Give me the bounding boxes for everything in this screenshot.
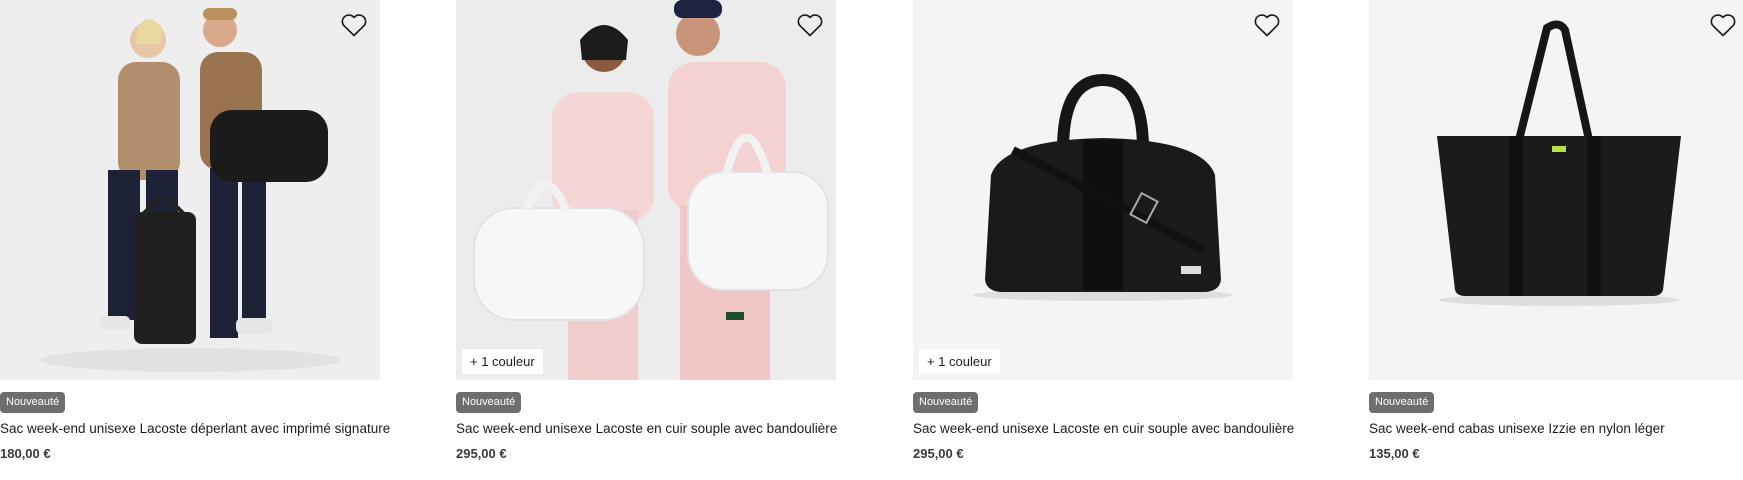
new-badge: Nouveauté <box>913 392 979 413</box>
product-image[interactable] <box>0 0 380 380</box>
product-price: 295,00 € <box>456 446 507 461</box>
product-image[interactable]: + 1 couleur <box>456 0 836 380</box>
product-photo-black-tote-bag <box>1369 0 1743 380</box>
product-title-link[interactable]: Sac week-end cabas unisexe Izzie en nylo… <box>1369 421 1743 436</box>
product-price: 135,00 € <box>1369 446 1420 461</box>
product-price: 295,00 € <box>913 446 964 461</box>
product-photo-models-with-black-bags <box>0 0 380 380</box>
product-title-link[interactable]: Sac week-end unisexe Lacoste en cuir sou… <box>913 421 1294 436</box>
more-colors-chip[interactable]: + 1 couleur <box>462 349 543 374</box>
product-photo-models-with-white-bags <box>456 0 836 380</box>
product-card[interactable]: Nouveauté Sac week-end unisexe Lacoste d… <box>0 0 390 461</box>
product-card[interactable]: + 1 couleur Nouveauté Sac week-end unise… <box>456 0 837 461</box>
product-image[interactable]: + 1 couleur <box>913 0 1293 380</box>
product-card[interactable]: + 1 couleur Nouveauté Sac week-end unise… <box>913 0 1294 461</box>
favorite-heart-icon[interactable] <box>1709 12 1737 38</box>
product-price: 180,00 € <box>0 446 51 461</box>
product-card[interactable]: Nouveauté Sac week-end cabas unisexe Izz… <box>1369 0 1743 461</box>
favorite-heart-icon[interactable] <box>796 12 824 38</box>
favorite-heart-icon[interactable] <box>1253 12 1281 38</box>
new-badge: Nouveauté <box>0 392 66 413</box>
product-title-link[interactable]: Sac week-end unisexe Lacoste en cuir sou… <box>456 421 837 436</box>
product-title-link[interactable]: Sac week-end unisexe Lacoste déperlant a… <box>0 421 390 436</box>
favorite-heart-icon[interactable] <box>340 12 368 38</box>
product-photo-black-duffle-bag <box>913 0 1293 380</box>
new-badge: Nouveauté <box>456 392 522 413</box>
product-grid: Nouveauté Sac week-end unisexe Lacoste d… <box>0 0 1743 480</box>
new-badge: Nouveauté <box>1369 392 1435 413</box>
more-colors-chip[interactable]: + 1 couleur <box>919 349 1000 374</box>
product-image[interactable] <box>1369 0 1743 380</box>
